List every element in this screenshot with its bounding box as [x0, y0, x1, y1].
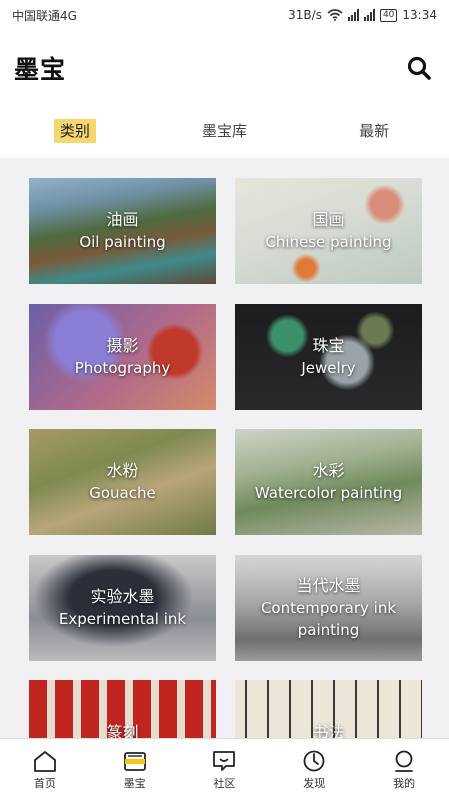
nav-label: 首页	[33, 776, 56, 790]
category-grid-area[interactable]: 油画 Oil painting 国画 Chinese painting 摄影 P…	[0, 158, 449, 738]
category-label-zh: 篆刻	[106, 723, 139, 738]
category-card-gouache[interactable]: 水粉 Gouache	[29, 429, 216, 535]
nav-mobao[interactable]: 墨宝	[90, 739, 180, 800]
bottom-nav: 首页 墨宝 社区 发现 我的	[0, 738, 449, 800]
tab-bar: 类别 墨宝库 最新	[0, 106, 449, 154]
profile-icon	[395, 750, 413, 772]
category-card-watercolor[interactable]: 水彩 Watercolor painting	[235, 429, 422, 535]
category-label-en: Watercolor painting	[254, 484, 403, 502]
category-label-zh: 国画	[312, 210, 345, 229]
tab-library[interactable]: 墨宝库	[150, 120, 300, 141]
category-label-en: Contemporary ink painting	[260, 599, 397, 639]
category-label-en: Experimental ink	[58, 610, 187, 628]
search-button[interactable]	[403, 52, 435, 84]
compass-icon	[303, 750, 325, 771]
nav-label: 墨宝	[123, 776, 146, 790]
nav-label: 我的	[393, 776, 416, 790]
category-label-zh: 水彩	[312, 461, 345, 480]
nav-profile[interactable]: 我的	[359, 739, 449, 800]
category-label-en: Photography	[74, 359, 171, 377]
net-speed: 31B/s	[288, 8, 322, 22]
category-label-zh: 书法	[312, 723, 345, 738]
nav-label: 社区	[213, 776, 236, 790]
category-label-en: Jewelry	[301, 359, 356, 377]
app-header: 墨宝	[0, 40, 449, 96]
tab-label: 类别	[53, 118, 96, 143]
page-title: 墨宝	[14, 55, 67, 84]
status-bar: 中国联通4G 31B/s 40 13:34	[0, 0, 449, 30]
tab-label: 最新	[359, 121, 390, 140]
category-label-en: Chinese painting	[265, 233, 392, 251]
clock: 13:34	[402, 8, 437, 22]
category-label-zh: 水粉	[106, 461, 139, 480]
tab-categories[interactable]: 类别	[0, 118, 150, 143]
category-card-seal-carving[interactable]: 篆刻	[29, 680, 216, 738]
nav-community[interactable]: 社区	[180, 739, 270, 800]
chat-icon	[213, 750, 236, 771]
category-card-contemporary-ink[interactable]: 当代水墨 Contemporary ink painting	[235, 555, 422, 661]
category-card-experimental-ink[interactable]: 实验水墨 Experimental ink	[29, 555, 216, 661]
category-label-zh: 当代水墨	[296, 576, 361, 595]
category-label-zh: 摄影	[106, 336, 139, 355]
nav-label: 发现	[303, 776, 326, 790]
nav-discover[interactable]: 发现	[269, 739, 359, 800]
category-card-chinese-painting[interactable]: 国画 Chinese painting	[235, 178, 422, 284]
signal-icon	[347, 9, 359, 21]
home-icon	[33, 750, 56, 772]
tab-label: 墨宝库	[201, 121, 247, 140]
wallet-icon	[123, 751, 146, 771]
search-icon	[407, 56, 431, 80]
signal-icon-2	[363, 9, 375, 21]
category-label-zh: 实验水墨	[90, 587, 155, 606]
category-label-en: Oil painting	[79, 233, 166, 251]
wifi-icon	[327, 9, 343, 21]
status-indicators: 31B/s 40 13:34	[288, 8, 437, 22]
tab-latest[interactable]: 最新	[299, 120, 449, 141]
category-card-oil-painting[interactable]: 油画 Oil painting	[29, 178, 216, 284]
category-label-zh: 珠宝	[312, 336, 345, 355]
category-label-en: Gouache	[89, 484, 156, 502]
nav-home[interactable]: 首页	[0, 739, 90, 800]
carrier-label: 中国联通4G	[12, 8, 77, 23]
category-card-photography[interactable]: 摄影 Photography	[29, 304, 216, 410]
category-label-zh: 油画	[106, 210, 139, 229]
battery-icon: 40	[379, 8, 398, 22]
category-card-jewelry[interactable]: 珠宝 Jewelry	[235, 304, 422, 410]
category-card-calligraphy[interactable]: 书法	[235, 680, 422, 738]
